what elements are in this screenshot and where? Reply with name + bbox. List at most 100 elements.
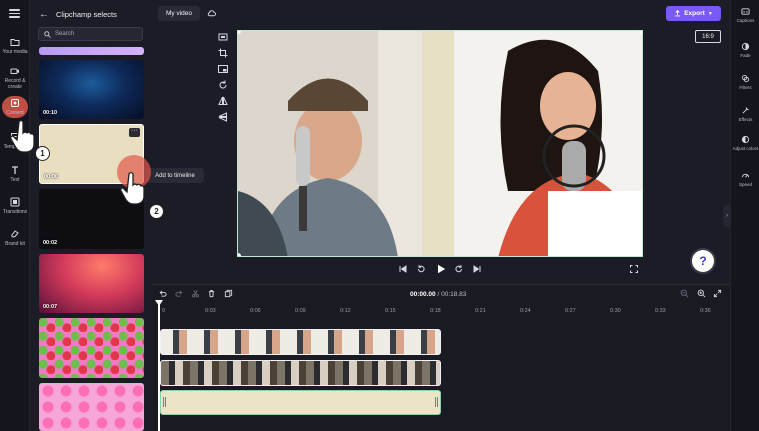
step-number: 2 xyxy=(154,207,159,216)
rail-label: Captions xyxy=(736,18,755,23)
step-badge-1: 1 xyxy=(35,146,50,161)
ruler-tick: 0:15 xyxy=(385,308,396,314)
resize-handle[interactable] xyxy=(238,253,241,256)
redo-icon[interactable] xyxy=(175,289,184,298)
tooltip-text: Add to timeline xyxy=(155,172,195,179)
rail-label: Adjust colors xyxy=(732,146,759,151)
step-number: 1 xyxy=(40,149,45,158)
play-icon[interactable] xyxy=(435,263,447,275)
ruler-tick: 0:30 xyxy=(610,308,621,314)
rail-label: Filters xyxy=(739,85,752,90)
cloud-sync-icon[interactable] xyxy=(207,9,216,18)
media-thumbnail[interactable] xyxy=(39,47,144,55)
nav-text[interactable]: Text xyxy=(0,165,30,183)
text-icon xyxy=(12,166,18,174)
nav-label: Text xyxy=(10,177,20,183)
skip-to-start-icon[interactable] xyxy=(398,264,408,274)
picture-in-picture-icon[interactable] xyxy=(217,63,229,75)
nav-transitions[interactable]: Transitions xyxy=(0,197,30,215)
ruler-tick: 0:36 xyxy=(700,308,711,314)
total-time: 00:18.83 xyxy=(441,291,467,298)
background-clip[interactable] xyxy=(160,390,441,415)
captions-icon xyxy=(741,8,750,15)
video-preview[interactable] xyxy=(237,30,643,257)
resize-handle[interactable] xyxy=(639,253,642,256)
menu-icon[interactable] xyxy=(9,9,20,18)
rail-effects[interactable]: Effects xyxy=(731,106,759,123)
export-label: Export xyxy=(684,10,705,17)
project-name-field[interactable]: My video xyxy=(158,6,200,21)
media-thumbnail[interactable] xyxy=(39,383,144,431)
rotate-icon[interactable] xyxy=(217,79,229,91)
forward-5s-icon[interactable] xyxy=(454,264,464,274)
fullscreen-icon[interactable] xyxy=(629,264,639,274)
skip-to-end-icon[interactable] xyxy=(472,264,482,274)
fit-icon[interactable] xyxy=(217,31,229,43)
timecode: 00:00.00 / 00:18.83 xyxy=(410,291,466,298)
nav-label: Brand kit xyxy=(5,241,25,247)
duplicate-icon[interactable] xyxy=(224,289,233,298)
transitions-icon xyxy=(10,197,20,207)
video-clip-1[interactable] xyxy=(160,329,441,355)
aspect-ratio-button[interactable]: 16:9 xyxy=(695,30,721,43)
step-badge-2: 2 xyxy=(149,204,164,219)
thumbnail-duration: 00:00 xyxy=(44,174,59,180)
split-scissors-icon[interactable] xyxy=(191,289,200,298)
current-time: 00:00.00 xyxy=(410,291,436,298)
nav-brand-kit[interactable]: Brand kit xyxy=(0,229,30,247)
video-clip-2[interactable] xyxy=(160,360,441,386)
panel-title: Clipchamp selects xyxy=(56,9,117,19)
nav-your-media[interactable]: Your media xyxy=(0,37,30,55)
nav-record-create[interactable]: Record & create xyxy=(0,66,30,90)
brand-kit-icon xyxy=(11,230,19,238)
media-thumbnail[interactable] xyxy=(39,318,144,378)
timeline-ruler[interactable]: 0 0:03 0:06 0:09 0:12 0:15 0:18 0:21 0:2… xyxy=(158,304,730,316)
rail-speed[interactable]: Speed xyxy=(731,171,759,188)
search-input[interactable]: Search xyxy=(38,27,143,41)
trim-handle-left[interactable] xyxy=(163,397,166,407)
thumbnail-duration: 00:07 xyxy=(43,304,58,310)
upload-icon xyxy=(675,10,681,17)
rewind-5s-icon[interactable] xyxy=(416,264,426,274)
resize-handle[interactable] xyxy=(639,31,642,34)
back-arrow-icon[interactable]: ← xyxy=(39,9,49,20)
folder-icon xyxy=(10,39,20,46)
media-thumbnail[interactable]: 00:10 xyxy=(39,60,144,119)
filters-icon xyxy=(741,74,750,83)
export-button[interactable]: Export ▼ xyxy=(666,6,721,21)
media-thumbnail[interactable]: 00:07 xyxy=(39,254,144,313)
ruler-tick: 0:06 xyxy=(250,308,261,314)
rail-adjust-colors[interactable]: Adjust colors xyxy=(731,135,759,152)
ruler-tick: 0:18 xyxy=(430,308,441,314)
playhead[interactable] xyxy=(158,302,160,431)
crop-icon[interactable] xyxy=(217,47,229,59)
delete-icon[interactable] xyxy=(207,289,216,298)
project-name: My video xyxy=(165,10,192,17)
content-library-icon xyxy=(11,99,19,107)
speed-icon xyxy=(741,173,750,178)
left-nav: Your media Record & create Content Templ… xyxy=(0,0,30,431)
flip-vertical-icon[interactable] xyxy=(217,111,229,123)
help-button[interactable]: ? xyxy=(692,250,714,272)
rail-captions[interactable]: Captions xyxy=(731,7,759,24)
search-icon xyxy=(44,30,51,38)
more-options-button[interactable]: ··· xyxy=(129,127,140,137)
thumbnail-duration: 00:10 xyxy=(43,110,58,116)
zoom-out-icon[interactable] xyxy=(680,289,689,298)
effects-icon xyxy=(742,107,749,114)
rail-fade[interactable]: Fade xyxy=(731,42,759,59)
right-properties-rail: Captions Fade Filters Effects Adjust col… xyxy=(723,0,759,431)
trim-handle-right[interactable] xyxy=(435,397,438,407)
fade-icon xyxy=(741,42,750,51)
collapse-panel-handle[interactable]: › xyxy=(723,205,731,227)
nav-label: Transitions xyxy=(2,209,28,215)
fit-timeline-icon[interactable] xyxy=(713,289,722,298)
ruler-tick: 0:03 xyxy=(205,308,216,314)
zoom-in-icon[interactable] xyxy=(697,289,706,298)
ruler-tick: 0:27 xyxy=(565,308,576,314)
flip-horizontal-icon[interactable] xyxy=(217,95,229,107)
nav-content[interactable]: Content xyxy=(0,96,30,118)
undo-icon[interactable] xyxy=(158,289,167,298)
rail-filters[interactable]: Filters xyxy=(731,74,759,91)
preview-frame xyxy=(238,31,642,256)
